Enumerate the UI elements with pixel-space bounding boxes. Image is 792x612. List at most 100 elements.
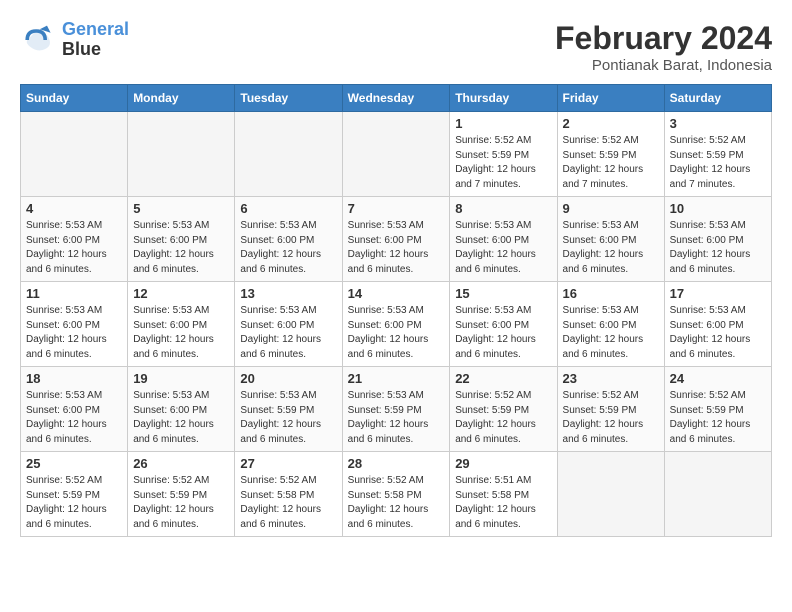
calendar-cell: 28Sunrise: 5:52 AMSunset: 5:58 PMDayligh… [342, 452, 450, 537]
calendar-cell: 26 Sunrise: 5:52 AMSunset: 5:59 PMDayligh… [128, 452, 235, 537]
calendar-cell: 13Sunrise: 5:53 AMSunset: 6:00 PMDayligh… [235, 282, 342, 367]
weekday-header-friday: Friday [557, 85, 664, 112]
day-info: Sunrise: 5:53 AMSunset: 6:00 PMDaylight:… [455, 304, 551, 362]
calendar-cell: 21 Sunrise: 5:53 AMSunset: 5:59 PMDayligh… [342, 367, 450, 452]
weekday-header-row: SundayMondayTuesdayWednesdayThursdayFrid… [21, 85, 772, 112]
day-info: Sunrise: 5:52 AMSunset: 5:59 PMDaylight:… [455, 389, 551, 447]
day-info: Sunrise: 5:53 AMSunset: 6:00 PMDaylight:… [670, 304, 766, 362]
calendar-cell: 24 Sunrise: 5:52 AMSunset: 5:59 PMDayligh… [664, 367, 771, 452]
calendar-cell: 8 Sunrise: 5:53 AMSunset: 6:00 PMDaylight… [450, 197, 557, 282]
calendar-cell [557, 452, 664, 537]
day-info: Sunrise: 5:53 AMSunset: 6:00 PMDaylight:… [240, 219, 336, 277]
day-number: 11 [26, 286, 122, 301]
day-number: 18 [26, 371, 122, 386]
day-number: 15 [455, 286, 551, 301]
day-number: 1 [455, 116, 551, 131]
day-number: 10 [670, 201, 766, 216]
calendar-cell: 29Sunrise: 5:51 AMSunset: 5:58 PMDayligh… [450, 452, 557, 537]
day-number: 19 [133, 371, 229, 386]
calendar-cell: 20 Sunrise: 5:53 AMSunset: 5:59 PMDayligh… [235, 367, 342, 452]
day-info: Sunrise: 5:52 AMSunset: 5:58 PMDaylight:… [348, 474, 445, 532]
weekday-header-wednesday: Wednesday [342, 85, 450, 112]
title-block: February 2024 Pontianak Barat, Indonesia [555, 20, 772, 74]
calendar-cell [664, 452, 771, 537]
day-info: Sunrise: 5:53 AMSunset: 6:00 PMDaylight:… [133, 304, 229, 362]
calendar-cell: 4Sunrise: 5:53 AMSunset: 6:00 PMDaylight… [21, 197, 128, 282]
logo-text: General Blue [62, 20, 129, 60]
calendar-cell: 6Sunrise: 5:53 AMSunset: 6:00 PMDaylight… [235, 197, 342, 282]
day-info: Sunrise: 5:53 AMSunset: 5:59 PMDaylight:… [348, 389, 445, 447]
day-number: 4 [26, 201, 122, 216]
calendar-cell: 9 Sunrise: 5:53 AMSunset: 6:00 PMDaylight… [557, 197, 664, 282]
day-number: 23 [563, 371, 659, 386]
day-number: 7 [348, 201, 445, 216]
calendar-cell: 19 Sunrise: 5:53 AMSunset: 6:00 PMDayligh… [128, 367, 235, 452]
calendar-cell: 23 Sunrise: 5:52 AMSunset: 5:59 PMDayligh… [557, 367, 664, 452]
day-info: Sunrise: 5:52 AMSunset: 5:59 PMDaylight:… [133, 474, 229, 532]
day-number: 20 [240, 371, 336, 386]
weekday-header-thursday: Thursday [450, 85, 557, 112]
day-number: 2 [563, 116, 659, 131]
weekday-header-monday: Monday [128, 85, 235, 112]
calendar-cell: 27 Sunrise: 5:52 AMSunset: 5:58 PMDayligh… [235, 452, 342, 537]
calendar-cell: 17 Sunrise: 5:53 AMSunset: 6:00 PMDayligh… [664, 282, 771, 367]
calendar-cell: 12 Sunrise: 5:53 AMSunset: 6:00 PMDayligh… [128, 282, 235, 367]
day-number: 5 [133, 201, 229, 216]
day-info: Sunrise: 5:52 AMSunset: 5:59 PMDaylight:… [563, 389, 659, 447]
month-title: February 2024 [555, 20, 772, 57]
day-number: 3 [670, 116, 766, 131]
location: Pontianak Barat, Indonesia [555, 57, 772, 74]
day-info: Sunrise: 5:53 AMSunset: 6:00 PMDaylight:… [26, 304, 122, 362]
day-number: 17 [670, 286, 766, 301]
calendar-cell: 16 Sunrise: 5:53 AMSunset: 6:00 PMDayligh… [557, 282, 664, 367]
weekday-header-saturday: Saturday [664, 85, 771, 112]
day-info: Sunrise: 5:52 AMSunset: 5:59 PMDaylight:… [563, 134, 659, 192]
calendar-cell [342, 112, 450, 197]
calendar-cell [128, 112, 235, 197]
calendar-cell: 22Sunrise: 5:52 AMSunset: 5:59 PMDayligh… [450, 367, 557, 452]
day-number: 25 [26, 456, 122, 471]
day-info: Sunrise: 5:52 AMSunset: 5:59 PMDaylight:… [670, 134, 766, 192]
day-info: Sunrise: 5:53 AMSunset: 6:00 PMDaylight:… [563, 219, 659, 277]
day-number: 21 [348, 371, 445, 386]
day-number: 16 [563, 286, 659, 301]
day-info: Sunrise: 5:53 AMSunset: 6:00 PMDaylight:… [348, 219, 445, 277]
day-info: Sunrise: 5:53 AMSunset: 6:00 PMDaylight:… [133, 389, 229, 447]
calendar-cell [21, 112, 128, 197]
day-number: 12 [133, 286, 229, 301]
calendar-cell: 25 Sunrise: 5:52 AMSunset: 5:59 PMDayligh… [21, 452, 128, 537]
weekday-header-sunday: Sunday [21, 85, 128, 112]
calendar-cell: 1Sunrise: 5:52 AMSunset: 5:59 PMDaylight… [450, 112, 557, 197]
calendar-cell: 3 Sunrise: 5:52 AMSunset: 5:59 PMDaylight… [664, 112, 771, 197]
page-header: General Blue February 2024 Pontianak Bar… [20, 20, 772, 74]
week-row-5: 25 Sunrise: 5:52 AMSunset: 5:59 PMDayligh… [21, 452, 772, 537]
day-number: 27 [240, 456, 336, 471]
day-number: 9 [563, 201, 659, 216]
week-row-4: 18 Sunrise: 5:53 AMSunset: 6:00 PMDayligh… [21, 367, 772, 452]
day-number: 13 [240, 286, 336, 301]
day-number: 8 [455, 201, 551, 216]
calendar-cell: 7 Sunrise: 5:53 AMSunset: 6:00 PMDaylight… [342, 197, 450, 282]
week-row-3: 11 Sunrise: 5:53 AMSunset: 6:00 PMDayligh… [21, 282, 772, 367]
calendar-cell: 5 Sunrise: 5:53 AMSunset: 6:00 PMDaylight… [128, 197, 235, 282]
week-row-2: 4 Sunrise: 5:53 AMSunset: 6:00 PMDaylight… [21, 197, 772, 282]
calendar-table: SundayMondayTuesdayWednesdayThursdayFrid… [20, 84, 772, 537]
day-info: Sunrise: 5:53 AMSunset: 6:00 PMDaylight:… [133, 219, 229, 277]
day-info: Sunrise: 5:53 AMSunset: 5:59 PMDaylight:… [240, 389, 336, 447]
day-number: 14 [348, 286, 445, 301]
day-info: Sunrise: 5:53 AMSunset: 6:00 PMDaylight:… [348, 304, 445, 362]
day-info: Sunrise: 5:53 AMSunset: 6:00 PMDaylight:… [563, 304, 659, 362]
calendar-cell: 18Sunrise: 5:53 AMSunset: 6:00 PMDayligh… [21, 367, 128, 452]
calendar-cell: 14 Sunrise: 5:53 AMSunset: 6:00 PMDayligh… [342, 282, 450, 367]
day-number: 24 [670, 371, 766, 386]
day-info: Sunrise: 5:53 AMSunset: 6:00 PMDaylight:… [455, 219, 551, 277]
day-info: Sunrise: 5:52 AMSunset: 5:58 PMDaylight:… [240, 474, 336, 532]
day-info: Sunrise: 5:52 AMSunset: 5:59 PMDaylight:… [26, 474, 122, 532]
logo-icon [20, 22, 56, 58]
week-row-1: 1 Sunrise: 5:52 AMSunset: 5:59 PMDaylight… [21, 112, 772, 197]
day-number: 26 [133, 456, 229, 471]
calendar-cell: 15 Sunrise: 5:53 AMSunset: 6:00 PMDayligh… [450, 282, 557, 367]
calendar-cell: 2 Sunrise: 5:52 AMSunset: 5:59 PMDaylight… [557, 112, 664, 197]
day-info: Sunrise: 5:53 AMSunset: 6:00 PMDaylight:… [670, 219, 766, 277]
day-info: Sunrise: 5:52 AMSunset: 5:59 PMDaylight:… [670, 389, 766, 447]
